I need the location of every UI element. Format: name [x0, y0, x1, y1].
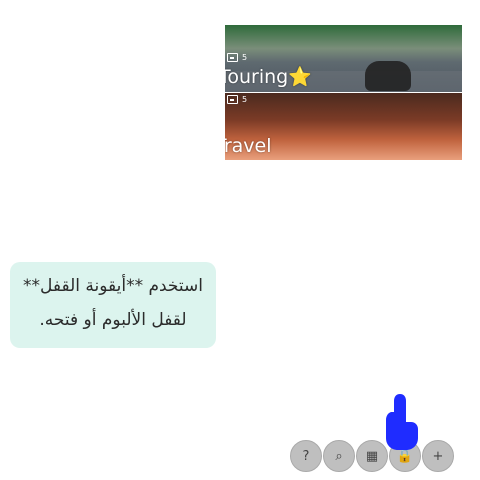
bottom-toolbar: ? ⌕ ▦ 🔒 +	[290, 440, 455, 472]
album-title: Travel	[225, 135, 272, 157]
photos-icon	[227, 53, 238, 62]
album-title: Touring⭐	[225, 66, 312, 88]
album-travel[interactable]: 5 Travel	[225, 93, 462, 160]
pointing-hand-icon	[386, 394, 418, 450]
grid-icon: ▦	[365, 448, 379, 464]
photos-icon	[227, 95, 238, 104]
add-icon: +	[432, 448, 444, 464]
album-count: 5	[242, 53, 248, 62]
album-meta: 5	[227, 53, 247, 62]
album-meta: 5	[227, 95, 247, 104]
help-icon: ?	[302, 448, 310, 464]
album-list: 5 Touring⭐ 5 Travel	[225, 25, 462, 160]
tip-line-2: لقفل الألبوم أو فتحه.	[39, 310, 187, 330]
help-button[interactable]: ?	[290, 440, 322, 472]
search-button[interactable]: ⌕	[323, 440, 355, 472]
album-cover-motorbike	[365, 61, 411, 91]
tip-card: استخدم **أيقونة القفل** لقفل الألبوم أو …	[10, 262, 216, 348]
album-touring[interactable]: 5 Touring⭐	[225, 25, 462, 92]
tip-line-1: استخدم **أيقونة القفل**	[23, 276, 203, 296]
search-icon: ⌕	[335, 448, 343, 464]
album-count: 5	[242, 95, 248, 104]
